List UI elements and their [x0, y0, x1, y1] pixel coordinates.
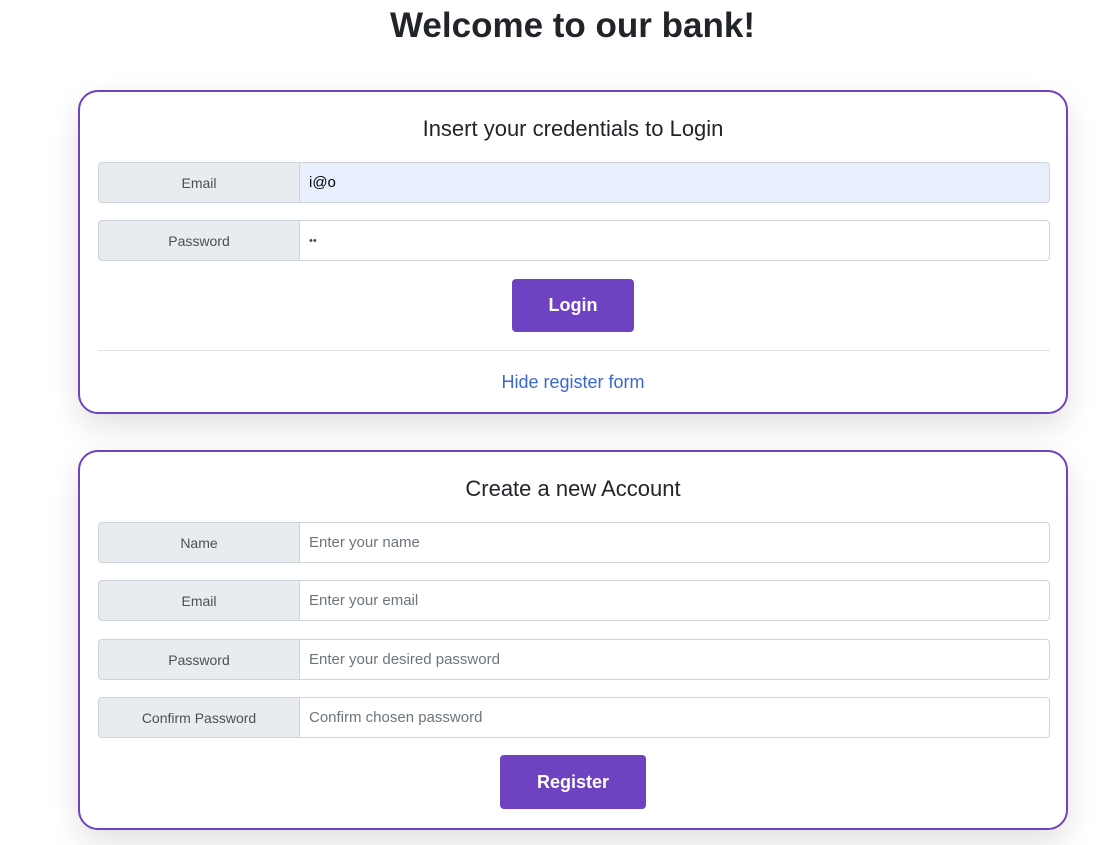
login-card-title: Insert your credentials to Login: [422, 116, 724, 141]
login-email-group: Email: [98, 162, 1050, 203]
login-email-input[interactable]: [299, 162, 1050, 203]
register-card: Create a new Account Name Email Password…: [78, 450, 1068, 830]
register-email-input[interactable]: [299, 580, 1050, 621]
register-password-label: Password: [98, 639, 300, 680]
register-confirm-password-label: Confirm Password: [98, 697, 300, 738]
login-password-label: Password: [98, 220, 300, 261]
login-email-label: Email: [98, 162, 300, 203]
login-password-group: Password: [98, 220, 1050, 261]
login-button[interactable]: Login: [512, 279, 634, 332]
login-card: Insert your credentials to Login Email P…: [78, 90, 1068, 414]
hide-register-form-link[interactable]: Hide register form: [80, 372, 1066, 393]
register-name-group: Name: [98, 522, 1050, 563]
register-confirm-password-group: Confirm Password: [98, 697, 1050, 738]
page-title: Welcome to our bank!: [390, 6, 755, 45]
login-password-input[interactable]: [299, 220, 1050, 261]
register-email-group: Email: [98, 580, 1050, 621]
login-divider: [98, 350, 1050, 351]
register-name-label: Name: [98, 522, 300, 563]
register-password-group: Password: [98, 639, 1050, 680]
register-button[interactable]: Register: [500, 755, 646, 809]
register-confirm-password-input[interactable]: [299, 697, 1050, 738]
register-password-input[interactable]: [299, 639, 1050, 680]
register-name-input[interactable]: [299, 522, 1050, 563]
register-email-label: Email: [98, 580, 300, 621]
register-card-title: Create a new Account: [465, 476, 681, 501]
